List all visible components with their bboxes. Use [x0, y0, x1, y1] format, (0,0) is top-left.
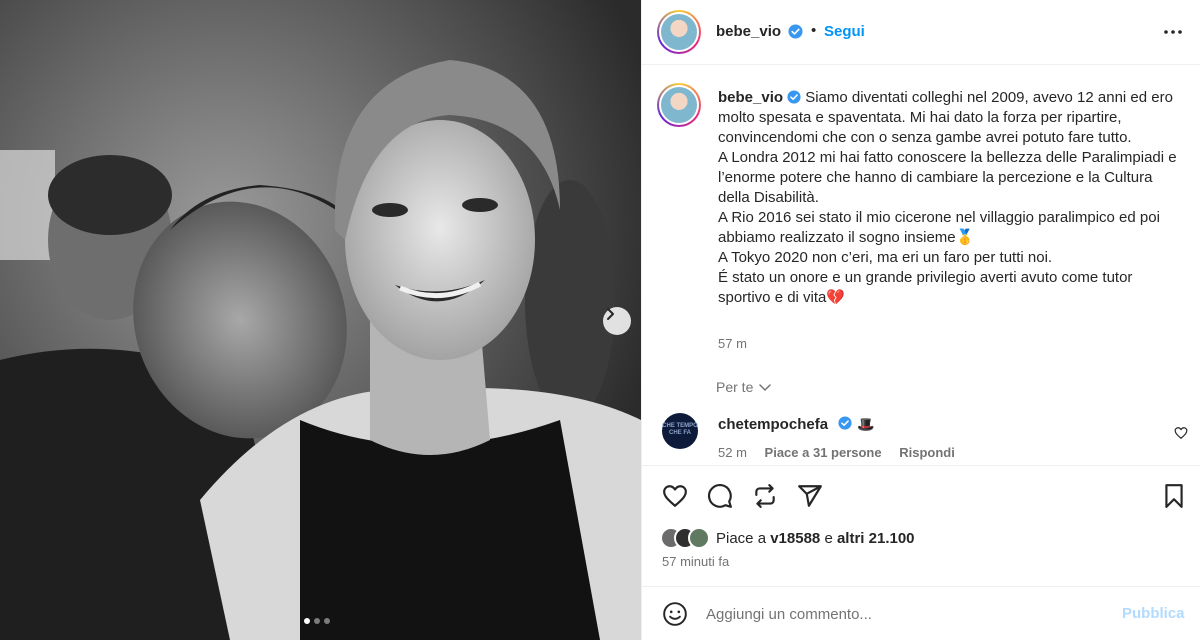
carousel-indicator	[304, 618, 330, 624]
carousel-dot	[304, 618, 310, 624]
verified-badge-icon	[788, 24, 803, 39]
comment-timestamp[interactable]: 52 m	[718, 445, 747, 460]
more-options-icon[interactable]	[1161, 20, 1185, 44]
likes-prefix: Piace a	[716, 529, 767, 547]
caption-author-avatar[interactable]	[657, 83, 701, 127]
repost-icon[interactable]	[752, 483, 778, 509]
post-photo[interactable]	[0, 0, 641, 640]
emoji-smile-icon[interactable]	[662, 601, 688, 627]
comments-section: bebe_vio Siamo diventati colleghi nel 20…	[642, 66, 1200, 463]
next-image-button[interactable]	[603, 307, 631, 335]
likes-conjunction: e	[824, 529, 833, 547]
likes-summary[interactable]: Piace a v18588 e altri 21.100	[660, 527, 915, 549]
chevron-down-icon	[759, 384, 772, 392]
comment-text: 🎩	[857, 416, 875, 432]
like-heart-icon[interactable]	[662, 483, 688, 509]
reply-button[interactable]: Rispondi	[899, 445, 955, 460]
likes-others-count[interactable]: altri 21.100	[837, 530, 915, 547]
photo-illustration	[0, 0, 641, 640]
add-comment-bar: Pubblica	[642, 586, 1200, 640]
verified-badge-icon	[787, 90, 801, 104]
caption-paragraph: É stato un onore e un grande privilegio …	[718, 269, 1133, 306]
chevron-right-icon	[607, 308, 614, 320]
author-username[interactable]: bebe_vio	[716, 23, 781, 40]
post-side-panel: bebe_vio • Segui bebe_vio Siamo diventat…	[641, 0, 1200, 640]
liker-avatar	[688, 527, 710, 549]
carousel-dot	[314, 618, 320, 624]
comments-filter-dropdown[interactable]: Per te	[716, 379, 772, 395]
commenter-username[interactable]: chetempochefa	[718, 416, 828, 433]
separator-dot: •	[811, 22, 817, 39]
post-header: bebe_vio • Segui	[642, 0, 1200, 65]
publish-button[interactable]: Pubblica	[1122, 605, 1185, 622]
verified-badge-icon	[838, 416, 852, 430]
filter-label: Per te	[716, 379, 754, 395]
post-caption: bebe_vio Siamo diventati colleghi nel 20…	[718, 88, 1178, 308]
caption-paragraph: A Tokyo 2020 non c’eri, ma eri un faro p…	[718, 249, 1053, 266]
post-actions: Piace a v18588 e altri 21.100 57 minuti …	[642, 465, 1200, 595]
like-comment-heart-icon[interactable]	[1174, 426, 1188, 440]
comment-input[interactable]	[706, 603, 1106, 625]
commenter-avatar[interactable]: CHE TEMPO CHE FA	[662, 413, 698, 449]
caption-paragraph: A Londra 2012 mi hai fatto conoscere la …	[718, 149, 1177, 206]
follow-button[interactable]: Segui	[824, 23, 865, 40]
liker-username[interactable]: v18588	[770, 530, 820, 547]
author-avatar[interactable]	[657, 10, 701, 54]
comment-meta: 52 m Piace a 31 persone Rispondi	[718, 445, 955, 460]
caption-paragraph: A Rio 2016 sei stato il mio cicerone nel…	[718, 209, 1160, 246]
save-bookmark-icon[interactable]	[1161, 483, 1187, 509]
carousel-dot	[324, 618, 330, 624]
comment-likes-count[interactable]: Piace a 31 persone	[765, 445, 882, 460]
likes-text: Piace a v18588 e altri 21.100	[716, 530, 915, 547]
caption-username[interactable]: bebe_vio	[718, 89, 783, 106]
comment-item: CHE TEMPO CHE FA chetempochefa 🎩 52 m Pi…	[642, 410, 1200, 462]
comment-bubble-icon[interactable]	[707, 483, 733, 509]
caption-timestamp[interactable]: 57 m	[718, 336, 747, 351]
post-timestamp: 57 minuti fa	[662, 554, 730, 569]
share-paper-plane-icon[interactable]	[797, 483, 823, 509]
